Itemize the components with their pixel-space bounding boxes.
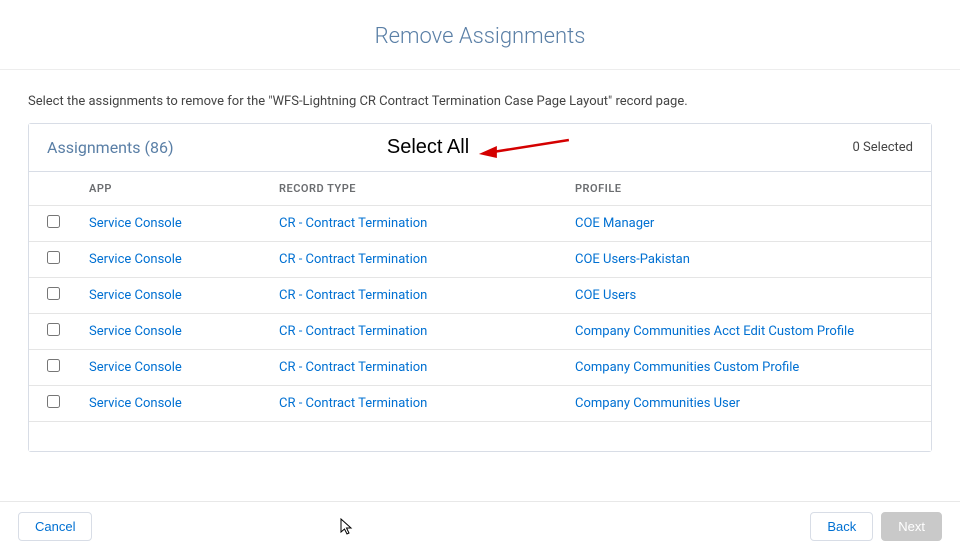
table-row: Service Console CR - Contract Terminatio… bbox=[29, 278, 931, 314]
app-link[interactable]: Service Console bbox=[89, 396, 182, 411]
table-row: Service Console CR - Contract Terminatio… bbox=[29, 350, 931, 386]
profile-link[interactable]: Company Communities Custom Profile bbox=[575, 360, 799, 375]
selected-count: 0 Selected bbox=[853, 140, 913, 155]
row-checkbox[interactable] bbox=[47, 287, 60, 300]
table-row: Service Console CR - Contract Terminatio… bbox=[29, 206, 931, 242]
select-all-label: Select All bbox=[387, 136, 469, 159]
assignments-count: Assignments (86) bbox=[47, 138, 174, 157]
table-row: Service Console CR - Contract Terminatio… bbox=[29, 386, 931, 421]
modal-footer: Cancel Back Next bbox=[0, 501, 960, 551]
instruction-text: Select the assignments to remove for the… bbox=[0, 70, 960, 123]
table-row: Service Console CR - Contract Terminatio… bbox=[29, 314, 931, 350]
table-row: Service Console CR - Contract Terminatio… bbox=[29, 242, 931, 278]
assignments-panel: Assignments (86) Select All 0 Selected A… bbox=[28, 123, 932, 452]
app-link[interactable]: Service Console bbox=[89, 288, 182, 303]
table-footer bbox=[29, 421, 931, 451]
col-header-record-type[interactable]: RECORD TYPE bbox=[279, 182, 575, 195]
back-button[interactable]: Back bbox=[810, 512, 873, 541]
row-checkbox[interactable] bbox=[47, 251, 60, 264]
assignments-table: APP RECORD TYPE PROFILE Service Console … bbox=[29, 171, 931, 451]
app-link[interactable]: Service Console bbox=[89, 252, 182, 267]
table-header-row: APP RECORD TYPE PROFILE bbox=[29, 172, 931, 205]
profile-link[interactable]: Company Communities User bbox=[575, 396, 740, 411]
profile-link[interactable]: Company Communities Acct Edit Custom Pro… bbox=[575, 324, 854, 339]
record-type-link[interactable]: CR - Contract Termination bbox=[279, 396, 427, 411]
row-checkbox[interactable] bbox=[47, 395, 60, 408]
record-type-link[interactable]: CR - Contract Termination bbox=[279, 360, 427, 375]
app-link[interactable]: Service Console bbox=[89, 324, 182, 339]
record-type-link[interactable]: CR - Contract Termination bbox=[279, 288, 427, 303]
record-type-link[interactable]: CR - Contract Termination bbox=[279, 216, 427, 231]
col-header-app[interactable]: APP bbox=[89, 182, 279, 195]
col-header-profile[interactable]: PROFILE bbox=[575, 182, 931, 195]
app-link[interactable]: Service Console bbox=[89, 216, 182, 231]
record-type-link[interactable]: CR - Contract Termination bbox=[279, 324, 427, 339]
remove-assignments-modal: Remove Assignments Select the assignment… bbox=[0, 0, 960, 551]
profile-link[interactable]: COE Manager bbox=[575, 216, 654, 231]
modal-title: Remove Assignments bbox=[0, 24, 960, 49]
cancel-button[interactable]: Cancel bbox=[18, 512, 92, 541]
row-checkbox[interactable] bbox=[47, 323, 60, 336]
table-body[interactable]: Service Console CR - Contract Terminatio… bbox=[29, 205, 931, 421]
select-all-annotation: Select All bbox=[387, 136, 573, 160]
next-button: Next bbox=[881, 512, 942, 541]
row-checkbox[interactable] bbox=[47, 359, 60, 372]
modal-header: Remove Assignments bbox=[0, 0, 960, 70]
profile-link[interactable]: COE Users bbox=[575, 288, 636, 303]
arrow-icon bbox=[477, 136, 573, 160]
profile-link[interactable]: COE Users-Pakistan bbox=[575, 252, 690, 267]
record-type-link[interactable]: CR - Contract Termination bbox=[279, 252, 427, 267]
app-link[interactable]: Service Console bbox=[89, 360, 182, 375]
row-checkbox[interactable] bbox=[47, 215, 60, 228]
panel-header: Assignments (86) Select All 0 Selected bbox=[29, 124, 931, 171]
